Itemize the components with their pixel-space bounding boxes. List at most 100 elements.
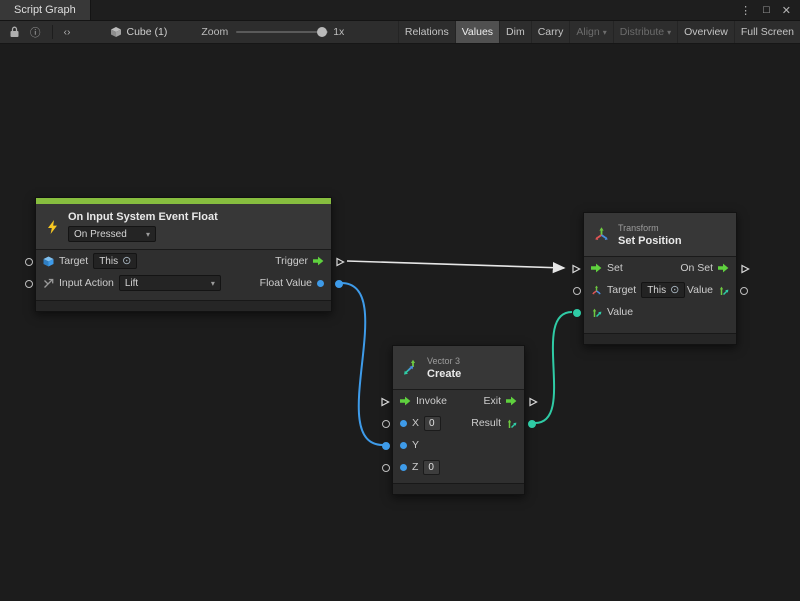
port-value-in[interactable] (573, 309, 581, 317)
vector3-node-title: Create (427, 368, 461, 380)
port-transform-target-in[interactable] (573, 287, 581, 295)
zoom-label: Zoom (201, 26, 228, 38)
node-vector3-create[interactable]: Vector 3 Create Invoke Exit (392, 345, 525, 495)
port-trigger-out[interactable] (335, 257, 345, 267)
carry-button[interactable]: Carry (531, 21, 570, 43)
toolbar-buttons: Relations Values Dim Carry Align▾ Distri… (398, 21, 800, 43)
port-float-value-out[interactable] (335, 280, 343, 288)
align-button[interactable]: Align▾ (569, 21, 612, 43)
vector3-node-footer (393, 483, 524, 494)
wire-floatvalue-to-y[interactable] (341, 283, 383, 445)
menu-icon[interactable]: ⋮ (740, 4, 751, 17)
exit-label: Exit (483, 395, 501, 407)
fullscreen-label: Full Screen (741, 26, 794, 38)
transform-icon (593, 226, 610, 243)
event-target-row: Target This ⊙ Trigger (36, 250, 331, 272)
invoke-label: Invoke (416, 395, 447, 407)
port-exit-out[interactable] (528, 397, 538, 407)
vector3-type-icon (718, 285, 729, 296)
value-out-label: Value (687, 284, 713, 296)
distribute-label: Distribute (620, 26, 664, 38)
node-on-input-system-event-float[interactable]: On Input System Event Float On Pressed ▾… (35, 197, 332, 312)
graph-object-selector[interactable]: Cube (1) (110, 26, 168, 38)
transform-target-chip[interactable]: This ⊙ (641, 282, 685, 298)
transform-node-category: Transform (618, 223, 682, 233)
on-set-label: On Set (680, 262, 713, 274)
target-label: Target (59, 255, 88, 267)
port-x-in[interactable] (382, 420, 390, 428)
value-in-label: Value (607, 306, 633, 318)
input-action-dropdown[interactable]: Lift ▾ (119, 275, 221, 291)
port-on-set-out[interactable] (740, 264, 750, 274)
cube-icon (110, 26, 122, 38)
lock-icon[interactable] (4, 21, 25, 43)
z-label: Z (412, 461, 418, 473)
window-controls: ⋮ □ ✕ (740, 0, 800, 20)
values-button[interactable]: Values (455, 21, 499, 43)
relations-button[interactable]: Relations (398, 21, 455, 43)
flow-arrow-icon (718, 263, 729, 273)
event-target-value: This (99, 256, 118, 267)
graph-object-label: Cube (1) (127, 26, 168, 38)
close-icon[interactable]: ✕ (782, 4, 791, 17)
port-result-out[interactable] (528, 420, 536, 428)
x-value: 0 (429, 418, 435, 429)
align-label: Align (576, 26, 599, 38)
transform-type-icon (591, 285, 602, 296)
event-mode-dropdown[interactable]: On Pressed ▾ (68, 226, 156, 242)
port-set-in[interactable] (571, 264, 581, 274)
distribute-button[interactable]: Distribute▾ (613, 21, 677, 43)
transform-node-header: Transform Set Position (584, 213, 736, 257)
node-transform-set-position[interactable]: Transform Set Position Set On Set (583, 212, 737, 345)
transform-node-rows: Set On Set Target This ⊙ (584, 257, 736, 323)
object-picker-icon: ⊙ (122, 256, 131, 267)
port-invoke-in[interactable] (380, 397, 390, 407)
zoom-slider-track[interactable] (236, 31, 328, 33)
transform-target-row: Target This ⊙ Value (584, 279, 736, 301)
port-y-in[interactable] (382, 442, 390, 450)
overview-button[interactable]: Overview (677, 21, 734, 43)
caret-down-icon: ▾ (146, 230, 150, 239)
zoom-slider[interactable] (236, 25, 328, 39)
result-label: Result (471, 417, 501, 429)
tab-label: Script Graph (14, 4, 76, 16)
code-icon[interactable]: ‹› (59, 21, 76, 43)
port-value-out[interactable] (740, 287, 748, 295)
info-icon[interactable]: ⓘ (25, 21, 46, 43)
wire-trigger-to-set[interactable] (347, 261, 564, 268)
vector3-icon (402, 359, 419, 376)
port-z-in[interactable] (382, 464, 390, 472)
event-node-header: On Input System Event Float On Pressed ▾ (36, 204, 331, 250)
float-type-icon (400, 420, 407, 427)
float-value-label: Float Value (260, 277, 312, 289)
fullscreen-button[interactable]: Full Screen (734, 21, 800, 43)
port-target-in[interactable] (25, 258, 33, 266)
relations-label: Relations (405, 26, 449, 38)
transform-node-title: Set Position (618, 235, 682, 247)
transform-target-value: This (647, 285, 666, 296)
transform-target-label: Target (607, 284, 636, 296)
graph-canvas[interactable]: On Input System Event Float On Pressed ▾… (0, 44, 800, 601)
vector3-node-category: Vector 3 (427, 356, 461, 366)
flow-arrow-icon (400, 396, 411, 406)
port-input-action-in[interactable] (25, 280, 33, 288)
zoom-slider-handle[interactable] (317, 27, 327, 37)
z-value-field[interactable]: 0 (423, 460, 440, 475)
trigger-label: Trigger (275, 255, 308, 267)
carry-label: Carry (538, 26, 564, 38)
object-picker-icon: ⊙ (670, 285, 679, 296)
float-type-icon (400, 442, 407, 449)
dim-button[interactable]: Dim (499, 21, 531, 43)
caret-down-icon: ▾ (211, 279, 215, 288)
maximize-icon[interactable]: □ (763, 4, 770, 16)
dim-label: Dim (506, 26, 525, 38)
toolbar-separator (52, 25, 53, 39)
caret-down-icon: ▾ (667, 28, 671, 37)
gameobject-icon (43, 256, 54, 267)
event-target-chip[interactable]: This ⊙ (93, 253, 137, 269)
x-value-field[interactable]: 0 (424, 416, 441, 431)
vector3-node-rows: Invoke Exit X 0 Result (393, 390, 524, 478)
tab-script-graph[interactable]: Script Graph (0, 0, 91, 20)
flow-arrow-icon (591, 263, 602, 273)
wire-result-to-value[interactable] (535, 312, 572, 423)
